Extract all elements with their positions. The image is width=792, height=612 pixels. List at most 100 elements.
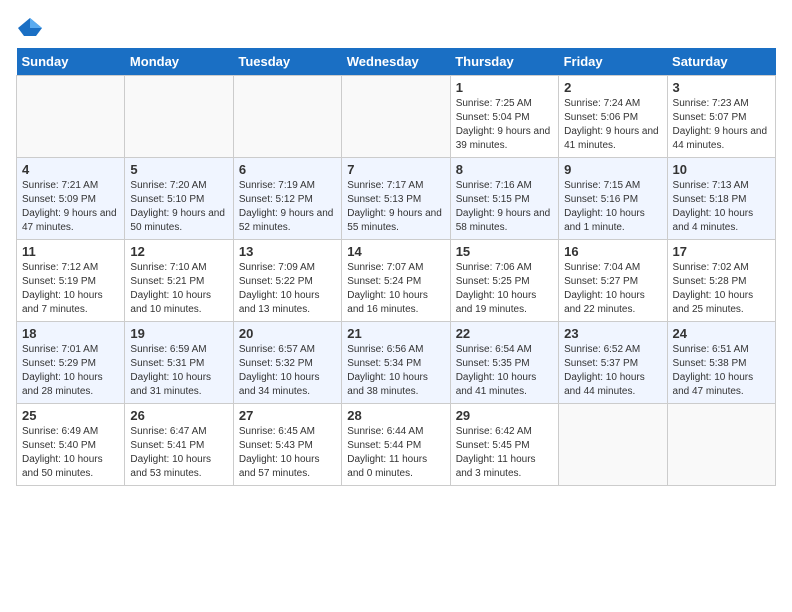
calendar-week-row: 25 Sunrise: 6:49 AMSunset: 5:40 PMDayligh… — [17, 404, 776, 486]
calendar-cell: 17 Sunrise: 7:02 AMSunset: 5:28 PMDayligh… — [667, 240, 775, 322]
day-number: 5 — [130, 162, 227, 177]
day-info: Sunrise: 7:07 AMSunset: 5:24 PMDaylight:… — [347, 261, 444, 317]
day-info: Sunrise: 6:42 AMSunset: 5:45 PMDaylight:… — [456, 425, 553, 481]
day-info: Sunrise: 7:19 AMSunset: 5:12 PMDaylight:… — [239, 179, 336, 235]
day-info: Sunrise: 6:49 AMSunset: 5:40 PMDaylight:… — [22, 425, 119, 481]
calendar-cell: 11 Sunrise: 7:12 AMSunset: 5:19 PMDayligh… — [17, 240, 125, 322]
day-info: Sunrise: 7:06 AMSunset: 5:25 PMDaylight:… — [456, 261, 553, 317]
calendar-cell: 25 Sunrise: 6:49 AMSunset: 5:40 PMDayligh… — [17, 404, 125, 486]
day-number: 11 — [22, 244, 119, 259]
calendar-cell: 29 Sunrise: 6:42 AMSunset: 5:45 PMDayligh… — [450, 404, 558, 486]
calendar-table: SundayMondayTuesdayWednesdayThursdayFrid… — [16, 48, 776, 486]
calendar-cell — [125, 76, 233, 158]
day-number: 21 — [347, 326, 444, 341]
day-info: Sunrise: 6:51 AMSunset: 5:38 PMDaylight:… — [673, 343, 770, 399]
day-info: Sunrise: 7:02 AMSunset: 5:28 PMDaylight:… — [673, 261, 770, 317]
day-number: 12 — [130, 244, 227, 259]
day-number: 2 — [564, 80, 661, 95]
calendar-cell — [559, 404, 667, 486]
calendar-cell: 26Sunrise: 6:47 AMSunset: 5:41 PMDayligh… — [125, 404, 233, 486]
calendar-cell: 2 Sunrise: 7:24 AMSunset: 5:06 PMDaylight… — [559, 76, 667, 158]
logo — [16, 16, 48, 38]
weekday-header-row: SundayMondayTuesdayWednesdayThursdayFrid… — [17, 48, 776, 76]
day-info: Sunrise: 6:56 AMSunset: 5:34 PMDaylight:… — [347, 343, 444, 399]
day-number: 25 — [22, 408, 119, 423]
calendar-week-row: 18Sunrise: 7:01 AMSunset: 5:29 PMDayligh… — [17, 322, 776, 404]
day-info: Sunrise: 7:13 AMSunset: 5:18 PMDaylight:… — [673, 179, 770, 235]
logo-icon — [16, 16, 44, 38]
calendar-cell: 3 Sunrise: 7:23 AMSunset: 5:07 PMDaylight… — [667, 76, 775, 158]
calendar-cell: 10 Sunrise: 7:13 AMSunset: 5:18 PMDayligh… — [667, 158, 775, 240]
day-info: Sunrise: 7:24 AMSunset: 5:06 PMDaylight:… — [564, 97, 661, 153]
weekday-header-tuesday: Tuesday — [233, 48, 341, 76]
day-info: Sunrise: 7:21 AMSunset: 5:09 PMDaylight:… — [22, 179, 119, 235]
day-info: Sunrise: 6:54 AMSunset: 5:35 PMDaylight:… — [456, 343, 553, 399]
day-number: 8 — [456, 162, 553, 177]
calendar-cell: 15 Sunrise: 7:06 AMSunset: 5:25 PMDayligh… — [450, 240, 558, 322]
day-info: Sunrise: 7:12 AMSunset: 5:19 PMDaylight:… — [22, 261, 119, 317]
weekday-header-sunday: Sunday — [17, 48, 125, 76]
weekday-header-monday: Monday — [125, 48, 233, 76]
day-number: 28 — [347, 408, 444, 423]
calendar-cell: 28 Sunrise: 6:44 AMSunset: 5:44 PMDayligh… — [342, 404, 450, 486]
day-info: Sunrise: 7:04 AMSunset: 5:27 PMDaylight:… — [564, 261, 661, 317]
day-info: Sunrise: 7:10 AMSunset: 5:21 PMDaylight:… — [130, 261, 227, 317]
day-number: 19 — [130, 326, 227, 341]
day-info: Sunrise: 6:45 AMSunset: 5:43 PMDaylight:… — [239, 425, 336, 481]
day-number: 22 — [456, 326, 553, 341]
day-info: Sunrise: 6:59 AMSunset: 5:31 PMDaylight:… — [130, 343, 227, 399]
day-number: 13 — [239, 244, 336, 259]
calendar-cell: 21 Sunrise: 6:56 AMSunset: 5:34 PMDayligh… — [342, 322, 450, 404]
calendar-cell — [233, 76, 341, 158]
calendar-cell: 1 Sunrise: 7:25 AMSunset: 5:04 PMDaylight… — [450, 76, 558, 158]
day-info: Sunrise: 7:09 AMSunset: 5:22 PMDaylight:… — [239, 261, 336, 317]
day-info: Sunrise: 7:20 AMSunset: 5:10 PMDaylight:… — [130, 179, 227, 235]
day-info: Sunrise: 7:25 AMSunset: 5:04 PMDaylight:… — [456, 97, 553, 153]
calendar-cell: 20 Sunrise: 6:57 AMSunset: 5:32 PMDayligh… — [233, 322, 341, 404]
calendar-cell — [17, 76, 125, 158]
day-info: Sunrise: 7:17 AMSunset: 5:13 PMDaylight:… — [347, 179, 444, 235]
day-number: 14 — [347, 244, 444, 259]
day-number: 15 — [456, 244, 553, 259]
day-number: 3 — [673, 80, 770, 95]
calendar-cell — [342, 76, 450, 158]
day-info: Sunrise: 6:47 AMSunset: 5:41 PMDaylight:… — [130, 425, 227, 481]
weekday-header-wednesday: Wednesday — [342, 48, 450, 76]
calendar-week-row: 1 Sunrise: 7:25 AMSunset: 5:04 PMDaylight… — [17, 76, 776, 158]
day-info: Sunrise: 7:01 AMSunset: 5:29 PMDaylight:… — [22, 343, 119, 399]
calendar-cell: 23Sunrise: 6:52 AMSunset: 5:37 PMDayligh… — [559, 322, 667, 404]
day-number: 1 — [456, 80, 553, 95]
day-number: 24 — [673, 326, 770, 341]
weekday-header-friday: Friday — [559, 48, 667, 76]
day-info: Sunrise: 7:15 AMSunset: 5:16 PMDaylight:… — [564, 179, 661, 235]
day-number: 10 — [673, 162, 770, 177]
day-number: 20 — [239, 326, 336, 341]
day-number: 4 — [22, 162, 119, 177]
calendar-cell: 13 Sunrise: 7:09 AMSunset: 5:22 PMDayligh… — [233, 240, 341, 322]
day-info: Sunrise: 7:16 AMSunset: 5:15 PMDaylight:… — [456, 179, 553, 235]
calendar-week-row: 4 Sunrise: 7:21 AMSunset: 5:09 PMDaylight… — [17, 158, 776, 240]
day-info: Sunrise: 6:44 AMSunset: 5:44 PMDaylight:… — [347, 425, 444, 481]
calendar-cell: 24 Sunrise: 6:51 AMSunset: 5:38 PMDayligh… — [667, 322, 775, 404]
calendar-cell: 6 Sunrise: 7:19 AMSunset: 5:12 PMDaylight… — [233, 158, 341, 240]
calendar-cell: 16 Sunrise: 7:04 AMSunset: 5:27 PMDayligh… — [559, 240, 667, 322]
calendar-cell: 12 Sunrise: 7:10 AMSunset: 5:21 PMDayligh… — [125, 240, 233, 322]
calendar-cell: 22 Sunrise: 6:54 AMSunset: 5:35 PMDayligh… — [450, 322, 558, 404]
calendar-week-row: 11 Sunrise: 7:12 AMSunset: 5:19 PMDayligh… — [17, 240, 776, 322]
page-header — [16, 16, 776, 38]
calendar-cell: 18Sunrise: 7:01 AMSunset: 5:29 PMDayligh… — [17, 322, 125, 404]
calendar-cell: 27Sunrise: 6:45 AMSunset: 5:43 PMDayligh… — [233, 404, 341, 486]
day-number: 17 — [673, 244, 770, 259]
day-info: Sunrise: 6:57 AMSunset: 5:32 PMDaylight:… — [239, 343, 336, 399]
day-number: 9 — [564, 162, 661, 177]
day-info: Sunrise: 7:23 AMSunset: 5:07 PMDaylight:… — [673, 97, 770, 153]
weekday-header-saturday: Saturday — [667, 48, 775, 76]
day-number: 16 — [564, 244, 661, 259]
day-info: Sunrise: 6:52 AMSunset: 5:37 PMDaylight:… — [564, 343, 661, 399]
calendar-cell: 7Sunrise: 7:17 AMSunset: 5:13 PMDaylight… — [342, 158, 450, 240]
calendar-cell: 5 Sunrise: 7:20 AMSunset: 5:10 PMDaylight… — [125, 158, 233, 240]
weekday-header-thursday: Thursday — [450, 48, 558, 76]
day-number: 29 — [456, 408, 553, 423]
calendar-cell: 8 Sunrise: 7:16 AMSunset: 5:15 PMDaylight… — [450, 158, 558, 240]
day-number: 6 — [239, 162, 336, 177]
